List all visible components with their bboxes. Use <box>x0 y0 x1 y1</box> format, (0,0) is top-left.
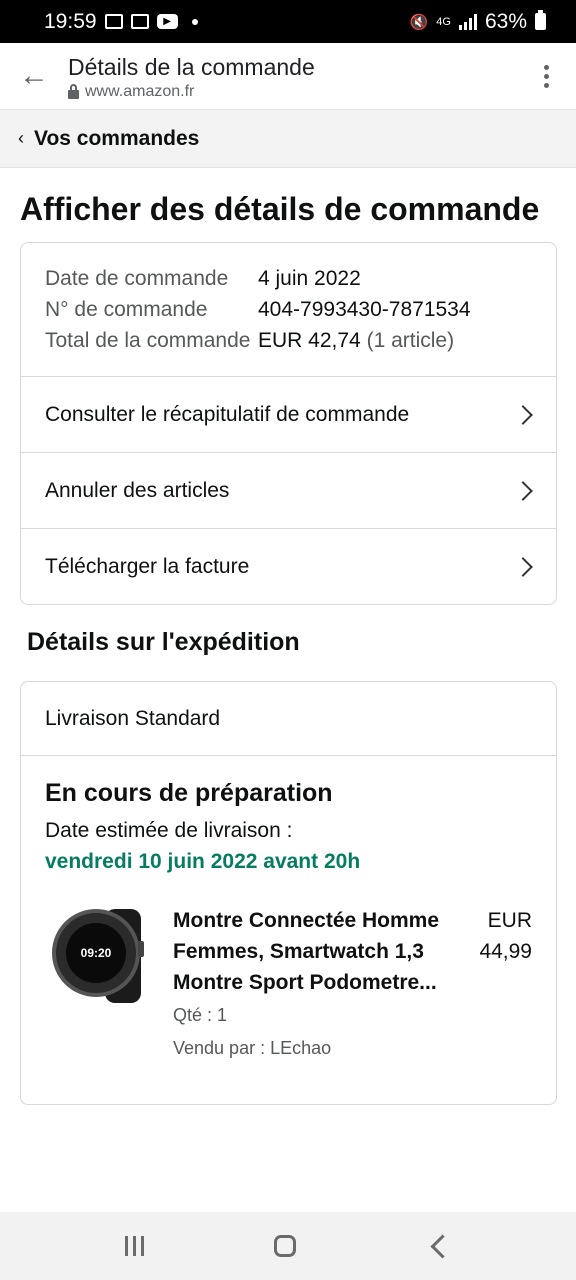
order-info: Date de commande 4 juin 2022 N° de comma… <box>21 243 556 376</box>
system-nav-bar <box>0 1212 576 1280</box>
order-date-value: 4 juin 2022 <box>258 267 361 290</box>
battery-percent: 63% <box>484 9 527 33</box>
shipment-body: En cours de préparation Date estimée de … <box>21 756 556 1104</box>
order-number-label: N° de commande <box>45 298 208 321</box>
calendar-icon <box>104 14 123 29</box>
shipment-card: Livraison Standard En cours de préparati… <box>20 681 557 1105</box>
price-currency: EUR <box>487 909 532 932</box>
page-title: Afficher des détails de commande <box>20 191 540 227</box>
chevron-left-icon: ‹ <box>18 128 24 148</box>
breadcrumb-orders-link[interactable]: Vos commandes <box>34 127 199 151</box>
signal-icon <box>458 13 477 30</box>
order-total-value: EUR 42,74 <box>258 329 361 352</box>
product-seller: Vendu par : LEchao <box>173 1038 332 1058</box>
status-bar: 19:59 ▶ 🔇 4G 63% <box>0 0 576 43</box>
order-date-row: Date de commande 4 juin 2022 <box>45 263 532 294</box>
cancel-items-link[interactable]: Annuler des articles <box>21 452 556 528</box>
recents-icon[interactable] <box>125 1236 144 1256</box>
watch-face: 09:20 <box>52 909 140 997</box>
battery-icon <box>535 10 546 30</box>
order-total-count: (1 article) <box>366 329 455 352</box>
order-number-value: 404-7993430-7871534 <box>258 298 471 321</box>
browser-toolbar: ← Détails de la commande www.amazon.fr <box>0 43 576 110</box>
breadcrumb[interactable]: ‹ Vos commandes <box>0 110 576 168</box>
chevron-right-icon <box>513 480 533 501</box>
order-summary-card: Date de commande 4 juin 2022 N° de comma… <box>20 242 557 605</box>
product-price: EUR 44,99 <box>452 905 532 1064</box>
product-info: Montre Connectée Homme Femmes, Smartwatc… <box>173 905 452 1064</box>
watch-time: 09:20 <box>66 923 126 983</box>
view-summary-link[interactable]: Consulter le récapitulatif de commande <box>21 376 556 452</box>
browser-page-title: Détails de la commande <box>68 54 315 80</box>
order-number-row: N° de commande 404-7993430-7871534 <box>45 294 532 325</box>
shipment-status: En cours de préparation <box>45 779 333 807</box>
network-type: 4G <box>436 15 451 28</box>
view-summary-label: Consulter le récapitulatif de commande <box>45 402 410 426</box>
url-area[interactable]: Détails de la commande www.amazon.fr <box>68 51 516 101</box>
download-invoice-link[interactable]: Télécharger la facture <box>21 528 556 604</box>
eta-value: vendredi 10 juin 2022 avant 20h <box>45 850 361 873</box>
url-host: www.amazon.fr <box>85 83 195 100</box>
home-icon[interactable] <box>274 1235 296 1257</box>
product-image[interactable]: 09:20 <box>45 905 173 1017</box>
chevron-right-icon <box>513 556 533 577</box>
order-total-label: Total de la commande <box>45 329 251 352</box>
order-total-row: Total de la commande EUR 42,74 (1 articl… <box>45 325 532 356</box>
download-invoice-label: Télécharger la facture <box>45 554 250 578</box>
order-date-label: Date de commande <box>45 267 229 290</box>
shipping-section-title: Détails sur l'expédition <box>27 628 300 656</box>
notification-dot-icon <box>191 18 198 25</box>
mute-icon: 🔇 <box>409 13 429 31</box>
product-quantity: Qté : 1 <box>173 1005 228 1025</box>
watch-crown <box>138 941 144 957</box>
more-menu-icon[interactable] <box>516 64 576 88</box>
order-total-value-wrap: EUR 42,74 (1 article) <box>258 325 532 356</box>
price-value: 44,99 <box>479 940 532 963</box>
product-title-link[interactable]: Montre Connectée Homme Femmes, Smartwatc… <box>173 905 452 998</box>
url-host-row: www.amazon.fr <box>68 83 516 101</box>
shipping-method: Livraison Standard <box>21 682 556 756</box>
status-time: 19:59 <box>44 9 97 33</box>
chevron-right-icon <box>513 404 533 425</box>
youtube-icon: ▶ <box>156 14 178 29</box>
back-arrow-icon[interactable]: ← <box>0 43 68 110</box>
product-item: 09:20 Montre Connectée Homme Femmes, Sma… <box>45 905 532 1064</box>
cancel-items-label: Annuler des articles <box>45 478 230 502</box>
system-back-icon[interactable] <box>430 1233 455 1259</box>
lock-icon <box>68 83 79 99</box>
eta-label: Date estimée de livraison : <box>45 819 293 842</box>
twitch-icon <box>130 14 149 29</box>
